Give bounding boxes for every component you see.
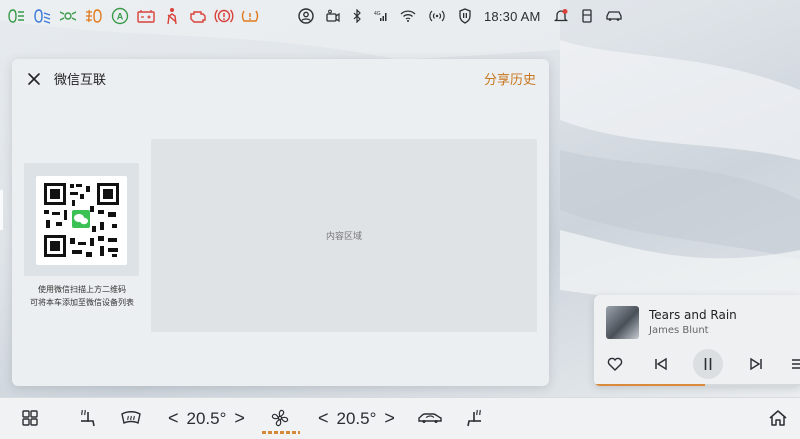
wechat-connect-panel: 微信互联 分享历史 使用微信扫描上方二维码 可将本车添加至微信设备列表 内容区域	[12, 59, 549, 386]
skip-previous-icon	[655, 357, 667, 371]
qr-code-card	[24, 163, 139, 276]
bluetooth-icon	[352, 6, 362, 26]
right-temp-increase[interactable]: >	[384, 408, 395, 429]
svg-text:4G: 4G	[374, 11, 381, 17]
windshield-defrost-icon	[121, 411, 141, 425]
close-icon	[28, 73, 40, 85]
song-title: Tears and Rain	[649, 308, 737, 322]
air-circulation-button[interactable]	[417, 407, 443, 429]
close-button[interactable]	[26, 71, 42, 87]
status-bar: A 4G 18:30 AM	[0, 0, 800, 32]
pause-icon	[704, 358, 712, 370]
fog-light-icon	[84, 6, 104, 26]
side-drawer-handle[interactable]	[0, 190, 3, 230]
skip-next-icon	[750, 357, 762, 371]
seat-heat-icon	[81, 409, 95, 427]
playback-progress[interactable]	[594, 384, 706, 386]
qr-code	[36, 176, 127, 265]
camera-icon	[326, 6, 340, 26]
fan-icon	[271, 409, 289, 427]
home-button[interactable]	[768, 407, 788, 429]
playlist-icon	[792, 359, 800, 369]
favorite-button[interactable]	[604, 353, 626, 375]
right-temp-value: 20.5°	[336, 408, 377, 428]
content-area-label: 内容区域	[325, 232, 362, 242]
right-temp-decrease[interactable]: <	[318, 408, 329, 429]
notification-bell-icon[interactable]	[553, 6, 569, 26]
seatbelt-icon	[162, 6, 182, 26]
right-temperature-control: < 20.5° >	[318, 408, 395, 429]
page-title: 微信互联	[54, 73, 107, 88]
previous-track-button[interactable]	[650, 353, 672, 375]
fan-speed-indicator	[262, 431, 300, 434]
apps-grid-button[interactable]	[22, 407, 38, 429]
battery-icon	[136, 6, 156, 26]
artist-name: James Blunt	[649, 325, 709, 336]
hotspot-icon	[428, 6, 446, 26]
security-shield-icon	[458, 6, 472, 26]
side-light-icon	[58, 6, 78, 26]
qr-hint-line2: 可将本车添加至微信设备列表	[30, 298, 134, 307]
signal-4g-icon: 4G	[374, 6, 388, 26]
qr-instructions: 使用微信扫描上方二维码 可将本车添加至微信设备列表	[12, 283, 152, 309]
door-icon	[581, 6, 593, 26]
next-track-button[interactable]	[745, 353, 767, 375]
car-recirculation-icon	[418, 413, 442, 423]
brake-icon	[214, 6, 234, 26]
media-player-card[interactable]: Tears and Rain James Blunt	[594, 295, 800, 386]
low-beam-icon	[32, 6, 52, 26]
clock: 18:30 AM	[484, 8, 541, 24]
telltale-indicators: A	[6, 6, 260, 26]
auto-hold-icon: A	[110, 6, 130, 26]
apps-grid-icon	[22, 410, 38, 426]
left-temp-decrease[interactable]: <	[168, 408, 179, 429]
bottom-dock: < 20.5° > < 20.5° >	[0, 397, 800, 439]
fan-button[interactable]	[270, 407, 290, 429]
pause-button[interactable]	[697, 353, 719, 375]
content-area: 内容区域	[151, 139, 537, 332]
tire-pressure-icon	[240, 6, 260, 26]
front-defrost-button[interactable]	[120, 407, 142, 429]
playlist-button[interactable]	[786, 353, 800, 375]
wifi-icon	[400, 6, 416, 26]
system-status: 4G 18:30 AM	[298, 6, 623, 26]
passenger-seat-heat-button[interactable]	[466, 407, 484, 429]
car-status-icon[interactable]	[605, 6, 623, 26]
svg-text:A: A	[117, 12, 124, 22]
left-temperature-control: < 20.5° >	[168, 408, 245, 429]
headlight-icon	[6, 6, 26, 26]
qr-hint-line1: 使用微信扫描上方二维码	[38, 285, 126, 294]
left-temp-value: 20.5°	[186, 408, 227, 428]
left-temp-increase[interactable]: >	[234, 408, 245, 429]
heart-icon	[607, 357, 623, 371]
seat-heat-icon	[467, 409, 481, 427]
user-icon[interactable]	[298, 6, 314, 26]
driver-seat-heat-button[interactable]	[78, 407, 96, 429]
album-cover	[606, 306, 639, 339]
engine-icon	[188, 6, 208, 26]
share-history-button[interactable]: 分享历史	[484, 69, 536, 88]
home-icon	[769, 410, 787, 426]
